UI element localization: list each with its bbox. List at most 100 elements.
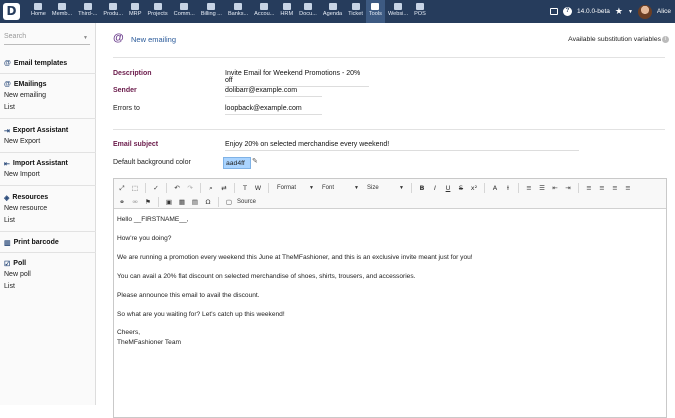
- sidebar-title-emailings[interactable]: @ EMailings: [4, 79, 94, 90]
- sidebar-link-new-import[interactable]: New Import: [4, 169, 94, 181]
- align-justify-icon[interactable]: ≡: [623, 183, 633, 193]
- sidebar-title-email-templates[interactable]: @ Email templates: [4, 58, 94, 69]
- divider: [113, 57, 665, 58]
- special-char-icon[interactable]: Ω: [203, 197, 213, 207]
- toolbar-separator: [158, 196, 159, 207]
- menu-item-projects[interactable]: Projects: [144, 0, 170, 23]
- menu-item-website[interactable]: Websi...: [385, 0, 411, 23]
- user-name[interactable]: Alice: [657, 8, 671, 15]
- bank-icon: [234, 3, 243, 10]
- redo-icon[interactable]: ↷: [185, 183, 195, 193]
- info-icon[interactable]: i: [662, 36, 669, 43]
- undo-icon[interactable]: ↶: [172, 183, 182, 193]
- main-content: @ New emailing Available substitution va…: [97, 23, 675, 418]
- menu-item-home[interactable]: Home: [28, 0, 49, 23]
- sidebar-title-resources[interactable]: ◈ Resources: [4, 192, 94, 203]
- substitution-variables-link[interactable]: Available substitution variables: [568, 36, 661, 43]
- menu-item-members[interactable]: Memb...: [49, 0, 75, 23]
- bookmark-star-icon[interactable]: ★: [615, 6, 623, 17]
- menu-item-third-party[interactable]: Third-...: [75, 0, 100, 23]
- bold-icon[interactable]: B: [417, 183, 427, 193]
- barcode-icon: ▥: [4, 239, 11, 247]
- email-subject-field[interactable]: Enjoy 20% on selected merchandise every …: [225, 141, 579, 151]
- source-button[interactable]: Source: [237, 199, 256, 205]
- sidebar-link-emailing-list[interactable]: List: [4, 102, 94, 114]
- underline-icon[interactable]: U: [443, 183, 453, 193]
- anchor-icon[interactable]: ⚑: [143, 197, 153, 207]
- select-all-icon[interactable]: ⬚: [130, 183, 140, 193]
- sidebar-link-resource-list[interactable]: List: [4, 215, 94, 227]
- toolbar-row-2: ⚭ ⚮ ⚑ ▣ ▦ ▤ Ω ▢ Source: [117, 195, 256, 208]
- size-select[interactable]: Size ▼: [364, 183, 406, 193]
- color-picker-icon[interactable]: ✎: [252, 157, 258, 165]
- errors-to-field[interactable]: loopback@example.com: [225, 105, 322, 115]
- third-party-icon: [83, 3, 92, 10]
- table-icon[interactable]: ▦: [177, 197, 187, 207]
- bgcolor-label: Default background color: [113, 159, 191, 166]
- italic-icon[interactable]: I: [430, 183, 440, 193]
- avatar[interactable]: [637, 4, 652, 19]
- sidebar-title-print-barcode[interactable]: ▥ Print barcode: [4, 237, 94, 248]
- menu-item-billing[interactable]: Billing ...: [198, 0, 225, 23]
- align-right-icon[interactable]: ≡: [610, 183, 620, 193]
- image-icon[interactable]: ▣: [164, 197, 174, 207]
- find-icon[interactable]: ⌕: [206, 183, 216, 193]
- chevron-down-icon[interactable]: ▼: [628, 9, 633, 15]
- source-icon[interactable]: ▢: [224, 197, 234, 207]
- bgcolor-input[interactable]: aad4ff: [223, 157, 251, 169]
- chevron-down-icon[interactable]: ▼: [83, 35, 88, 41]
- replace-icon[interactable]: ⇄: [219, 183, 229, 193]
- members-icon: [58, 3, 67, 10]
- strikethrough-icon[interactable]: S: [456, 183, 466, 193]
- maximize-icon[interactable]: ⤢: [117, 183, 127, 193]
- menu-item-mrp[interactable]: MRP: [126, 0, 144, 23]
- main-menu: Home Memb... Third-... Produ... MRP Proj…: [28, 0, 429, 23]
- align-left-icon[interactable]: ≡: [584, 183, 594, 193]
- menu-item-agenda[interactable]: Agenda: [320, 0, 345, 23]
- toolbar-separator: [234, 182, 235, 193]
- format-select[interactable]: Format ▼: [274, 183, 316, 193]
- sidebar-title-poll[interactable]: ☑ Poll: [4, 258, 94, 269]
- menu-item-ticket[interactable]: Ticket: [345, 0, 366, 23]
- numbered-list-icon[interactable]: ≡: [524, 183, 534, 193]
- paste-word-icon[interactable]: W: [253, 183, 263, 193]
- search-input[interactable]: Search ▼: [4, 33, 90, 45]
- unlink-icon[interactable]: ⚮: [130, 197, 140, 207]
- description-field[interactable]: Invite Email for Weekend Promotions - 20…: [225, 70, 369, 87]
- menu-item-products[interactable]: Produ...: [100, 0, 126, 23]
- indent-icon[interactable]: ⇥: [563, 183, 573, 193]
- menu-item-pos[interactable]: POS: [411, 0, 429, 23]
- menu-item-accounting[interactable]: Accou...: [251, 0, 277, 23]
- link-icon[interactable]: ⚭: [117, 197, 127, 207]
- sidebar-link-new-poll[interactable]: New poll: [4, 269, 94, 281]
- sidebar-link-poll-list[interactable]: List: [4, 281, 94, 293]
- font-select[interactable]: Font ▼: [319, 183, 361, 193]
- text-color-icon[interactable]: A: [490, 183, 500, 193]
- sidebar-section-barcode: ▥ Print barcode: [4, 237, 94, 248]
- sidebar-title-export[interactable]: ⇥ Export Assistant: [4, 125, 94, 136]
- superscript-icon[interactable]: x²: [469, 183, 479, 193]
- menu-item-commercial[interactable]: Comm...: [171, 0, 198, 23]
- horizontal-line-icon[interactable]: ▤: [190, 197, 200, 207]
- paste-text-icon[interactable]: T: [240, 183, 250, 193]
- sender-field[interactable]: dolibarr@example.com: [225, 87, 322, 97]
- divider: [0, 231, 96, 232]
- printer-icon[interactable]: [549, 8, 558, 15]
- menu-item-documents[interactable]: Docu...: [296, 0, 320, 23]
- menu-item-tools[interactable]: Tools: [365, 0, 385, 23]
- sidebar-link-new-export[interactable]: New Export: [4, 136, 94, 148]
- spellcheck-icon[interactable]: ✓: [151, 183, 161, 193]
- menu-item-hrm[interactable]: HRM: [277, 0, 296, 23]
- app-logo[interactable]: D: [3, 3, 20, 20]
- menu-item-banks[interactable]: Banks...: [225, 0, 251, 23]
- toolbar-separator: [484, 182, 485, 193]
- help-icon[interactable]: ?: [562, 7, 572, 16]
- bulleted-list-icon[interactable]: ☰: [537, 183, 547, 193]
- remove-format-icon[interactable]: Ɨ: [503, 183, 513, 193]
- sidebar-title-import[interactable]: ⇤ Import Assistant: [4, 158, 94, 169]
- chevron-down-icon: ▼: [354, 184, 359, 191]
- outdent-icon[interactable]: ⇤: [550, 183, 560, 193]
- sidebar-link-new-resource[interactable]: New resource: [4, 203, 94, 215]
- align-center-icon[interactable]: ≡: [597, 183, 607, 193]
- sidebar-link-new-emailing[interactable]: New emailing: [4, 90, 94, 102]
